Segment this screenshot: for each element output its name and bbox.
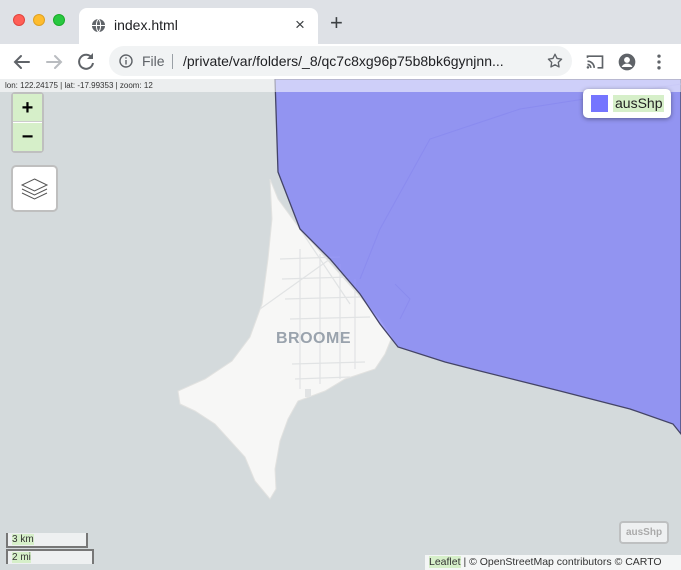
zoom-in-button[interactable]: +	[13, 94, 42, 122]
reload-icon[interactable]	[74, 50, 98, 74]
tab-title: index.html	[114, 17, 178, 33]
layers-icon	[20, 178, 49, 200]
url-text[interactable]: /private/var/folders/_8/qc7c8xg96p75b8bk…	[183, 53, 535, 69]
browser-tab[interactable]: index.html ×	[79, 8, 318, 44]
zoom-control: + −	[11, 92, 44, 153]
basemap	[177, 79, 681, 500]
star-icon[interactable]	[546, 52, 564, 70]
map-viewport[interactable]: lon: 122.24175 | lat: -17.99353 | zoom: …	[0, 79, 681, 570]
minimize-window-button[interactable]	[33, 14, 45, 26]
place-label: BROOME	[276, 330, 351, 347]
attribution-text: | © OpenStreetMap contributors © CARTO	[460, 556, 662, 568]
cast-icon[interactable]	[585, 52, 605, 72]
scale-mi-label: 2 mi	[12, 552, 31, 563]
legend: ausShp	[583, 89, 671, 118]
zoom-out-button[interactable]: −	[13, 123, 42, 151]
scheme-label: File	[142, 53, 165, 69]
browser-toolbar: File /private/var/folders/_8/qc7c8xg96p7…	[0, 44, 681, 79]
globe-icon	[91, 18, 106, 33]
leaflet-link[interactable]: Leaflet	[429, 556, 461, 568]
info-icon[interactable]	[119, 54, 133, 68]
close-window-button[interactable]	[13, 14, 25, 26]
new-tab-button[interactable]: +	[330, 12, 343, 34]
attribution: Leaflet | © OpenStreetMap contributors ©…	[425, 555, 681, 570]
scale-bar-mi: 2 mi	[6, 549, 94, 564]
address-bar[interactable]: File /private/var/folders/_8/qc7c8xg96p7…	[109, 46, 572, 76]
tab-close-button[interactable]: ×	[295, 16, 305, 34]
tab-bar: index.html × +	[0, 0, 681, 44]
arrow-right-icon[interactable]	[42, 50, 66, 74]
zoom-window-button[interactable]	[53, 14, 65, 26]
layers-control-button[interactable]	[11, 165, 58, 212]
layer-toggle-button[interactable]: ausShp	[619, 521, 669, 544]
scale-bar-km: 3 km	[6, 533, 88, 548]
kebab-menu-icon[interactable]	[649, 52, 669, 72]
divider	[172, 54, 173, 69]
legend-swatch	[591, 95, 608, 112]
account-icon[interactable]	[617, 52, 637, 72]
scale-km-label: 3 km	[12, 534, 34, 545]
arrow-left-icon[interactable]	[10, 50, 34, 74]
legend-label: ausShp	[613, 95, 665, 112]
coordinate-readout: lon: 122.24175 | lat: -17.99353 | zoom: …	[0, 79, 681, 92]
